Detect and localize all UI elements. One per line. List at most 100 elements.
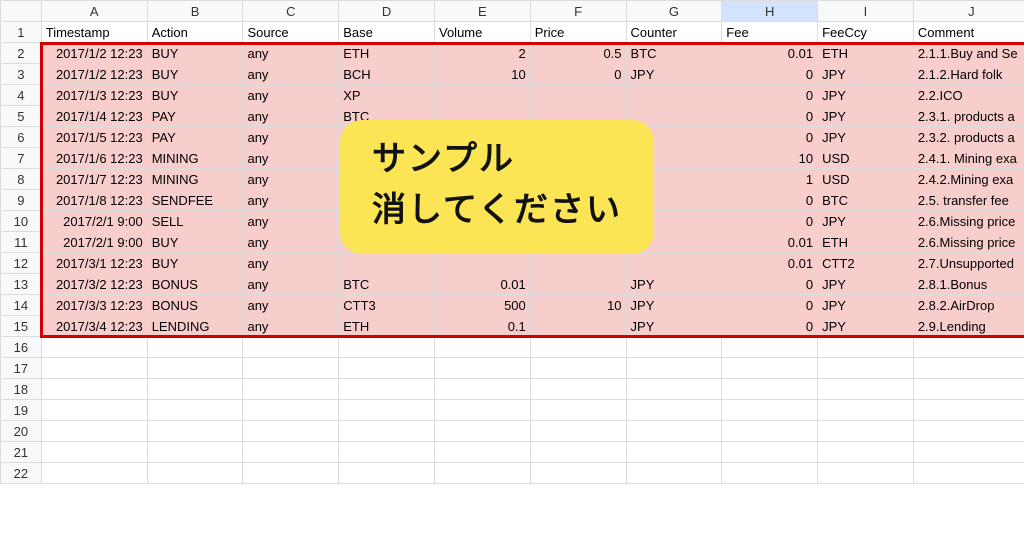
cell-I-21[interactable] bbox=[818, 442, 914, 463]
cell-E-5[interactable] bbox=[435, 106, 531, 127]
cell-F-13[interactable] bbox=[530, 274, 626, 295]
cell-G-6[interactable] bbox=[626, 127, 722, 148]
row-header-8[interactable]: 8 bbox=[1, 169, 42, 190]
cell-A-14[interactable]: 2017/3/3 12:23 bbox=[41, 295, 147, 316]
row-header-7[interactable]: 7 bbox=[1, 148, 42, 169]
header-cell-C[interactable]: Source bbox=[243, 22, 339, 43]
row-header-5[interactable]: 5 bbox=[1, 106, 42, 127]
cell-I-5[interactable]: JPY bbox=[818, 106, 914, 127]
cell-I-13[interactable]: JPY bbox=[818, 274, 914, 295]
cell-D-8[interactable] bbox=[339, 169, 435, 190]
cell-G-19[interactable] bbox=[626, 400, 722, 421]
row-header-12[interactable]: 12 bbox=[1, 253, 42, 274]
cell-G-16[interactable] bbox=[626, 337, 722, 358]
cell-J-5[interactable]: 2.3.1. products a bbox=[913, 106, 1024, 127]
cell-H-8[interactable]: 1 bbox=[722, 169, 818, 190]
row-header-1[interactable]: 1 bbox=[1, 22, 42, 43]
cell-G-14[interactable]: JPY bbox=[626, 295, 722, 316]
column-header-I[interactable]: I bbox=[818, 1, 914, 22]
cell-J-17[interactable] bbox=[913, 358, 1024, 379]
cell-C-22[interactable] bbox=[243, 463, 339, 484]
cell-G-12[interactable] bbox=[626, 253, 722, 274]
cell-H-4[interactable]: 0 bbox=[722, 85, 818, 106]
cell-B-9[interactable]: SENDFEE bbox=[147, 190, 243, 211]
cell-I-14[interactable]: JPY bbox=[818, 295, 914, 316]
cell-G-7[interactable] bbox=[626, 148, 722, 169]
row-header-9[interactable]: 9 bbox=[1, 190, 42, 211]
cell-J-4[interactable]: 2.2.ICO bbox=[913, 85, 1024, 106]
cell-I-11[interactable]: ETH bbox=[818, 232, 914, 253]
cell-C-14[interactable]: any bbox=[243, 295, 339, 316]
column-header-A[interactable]: A bbox=[41, 1, 147, 22]
row-header-15[interactable]: 15 bbox=[1, 316, 42, 337]
row-header-2[interactable]: 2 bbox=[1, 43, 42, 64]
cell-J-8[interactable]: 2.4.2.Mining exa bbox=[913, 169, 1024, 190]
cell-A-2[interactable]: 2017/1/2 12:23 bbox=[41, 43, 147, 64]
cell-E-2[interactable]: 2 bbox=[435, 43, 531, 64]
cell-C-5[interactable]: any bbox=[243, 106, 339, 127]
cell-G-3[interactable]: JPY bbox=[626, 64, 722, 85]
cell-D-4[interactable]: XP bbox=[339, 85, 435, 106]
header-cell-G[interactable]: Counter bbox=[626, 22, 722, 43]
cell-G-20[interactable] bbox=[626, 421, 722, 442]
cell-E-22[interactable] bbox=[435, 463, 531, 484]
cell-H-22[interactable] bbox=[722, 463, 818, 484]
cell-G-18[interactable] bbox=[626, 379, 722, 400]
cell-C-10[interactable]: any bbox=[243, 211, 339, 232]
cell-I-6[interactable]: JPY bbox=[818, 127, 914, 148]
cell-G-22[interactable] bbox=[626, 463, 722, 484]
cell-D-16[interactable] bbox=[339, 337, 435, 358]
cell-D-2[interactable]: ETH bbox=[339, 43, 435, 64]
cell-F-11[interactable] bbox=[530, 232, 626, 253]
cell-A-16[interactable] bbox=[41, 337, 147, 358]
cell-F-15[interactable] bbox=[530, 316, 626, 337]
cell-C-17[interactable] bbox=[243, 358, 339, 379]
cell-C-16[interactable] bbox=[243, 337, 339, 358]
cell-D-13[interactable]: BTC bbox=[339, 274, 435, 295]
cell-D-14[interactable]: CTT3 bbox=[339, 295, 435, 316]
row-header-10[interactable]: 10 bbox=[1, 211, 42, 232]
cell-J-13[interactable]: 2.8.1.Bonus bbox=[913, 274, 1024, 295]
header-cell-B[interactable]: Action bbox=[147, 22, 243, 43]
row-header-6[interactable]: 6 bbox=[1, 127, 42, 148]
cell-C-7[interactable]: any bbox=[243, 148, 339, 169]
cell-E-19[interactable] bbox=[435, 400, 531, 421]
cell-E-10[interactable] bbox=[435, 211, 531, 232]
cell-A-5[interactable]: 2017/1/4 12:23 bbox=[41, 106, 147, 127]
column-header-C[interactable]: C bbox=[243, 1, 339, 22]
cell-I-19[interactable] bbox=[818, 400, 914, 421]
cell-G-8[interactable] bbox=[626, 169, 722, 190]
cell-I-16[interactable] bbox=[818, 337, 914, 358]
cell-E-18[interactable] bbox=[435, 379, 531, 400]
row-header-17[interactable]: 17 bbox=[1, 358, 42, 379]
cell-C-12[interactable]: any bbox=[243, 253, 339, 274]
cell-I-12[interactable]: CTT2 bbox=[818, 253, 914, 274]
cell-B-10[interactable]: SELL bbox=[147, 211, 243, 232]
cell-E-13[interactable]: 0.01 bbox=[435, 274, 531, 295]
column-header-H[interactable]: H bbox=[722, 1, 818, 22]
cell-G-10[interactable] bbox=[626, 211, 722, 232]
cell-D-17[interactable] bbox=[339, 358, 435, 379]
cell-H-7[interactable]: 10 bbox=[722, 148, 818, 169]
cell-C-3[interactable]: any bbox=[243, 64, 339, 85]
cell-D-7[interactable]: ETH bbox=[339, 148, 435, 169]
cell-C-15[interactable]: any bbox=[243, 316, 339, 337]
cell-E-11[interactable] bbox=[435, 232, 531, 253]
cell-E-20[interactable] bbox=[435, 421, 531, 442]
column-header-E[interactable]: E bbox=[435, 1, 531, 22]
cell-H-16[interactable] bbox=[722, 337, 818, 358]
cell-A-18[interactable] bbox=[41, 379, 147, 400]
cell-D-3[interactable]: BCH bbox=[339, 64, 435, 85]
cell-B-12[interactable]: BUY bbox=[147, 253, 243, 274]
cell-D-20[interactable] bbox=[339, 421, 435, 442]
cell-C-2[interactable]: any bbox=[243, 43, 339, 64]
cell-B-20[interactable] bbox=[147, 421, 243, 442]
cell-F-18[interactable] bbox=[530, 379, 626, 400]
cell-J-12[interactable]: 2.7.Unsupported bbox=[913, 253, 1024, 274]
cell-A-10[interactable]: 2017/2/1 9:00 bbox=[41, 211, 147, 232]
cell-I-4[interactable]: JPY bbox=[818, 85, 914, 106]
cell-F-10[interactable] bbox=[530, 211, 626, 232]
cell-D-21[interactable] bbox=[339, 442, 435, 463]
cell-A-20[interactable] bbox=[41, 421, 147, 442]
header-cell-H[interactable]: Fee bbox=[722, 22, 818, 43]
